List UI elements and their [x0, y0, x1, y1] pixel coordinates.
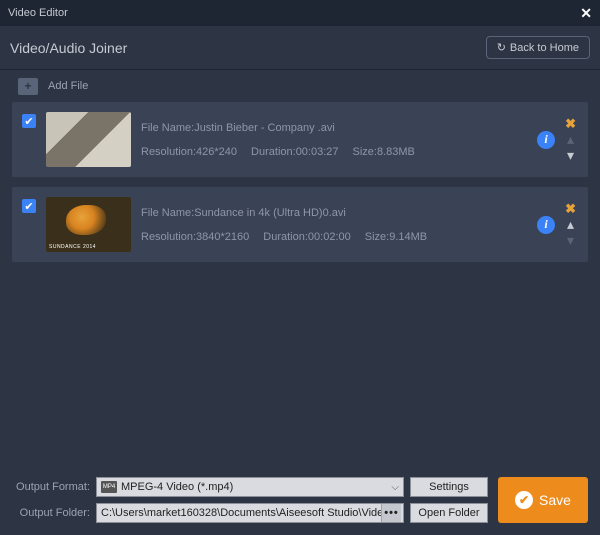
item-controls: ✖ ▴ ▾ [565, 117, 578, 162]
window-title: Video Editor [8, 7, 68, 19]
file-list: ✔ File Name:Justin Bieber - Company .avi… [0, 102, 600, 467]
resolution-value: 3840*2160 [196, 231, 249, 243]
back-to-home-label: Back to Home [510, 42, 579, 54]
output-format-value: MPEG-4 Video (*.mp4) [121, 481, 233, 493]
duration-value: 00:02:00 [308, 231, 351, 243]
size-value: 9.14MB [389, 231, 427, 243]
check-icon: ✔ [515, 491, 533, 509]
settings-label: Settings [429, 481, 469, 493]
item-meta: File Name:Justin Bieber - Company .avi R… [141, 122, 527, 158]
duration-label: Duration: [251, 146, 296, 158]
size-value: 8.83MB [377, 146, 415, 158]
resolution-label: Resolution: [141, 146, 196, 158]
output-folder-input[interactable]: C:\Users\market160328\Documents\Aiseesof… [96, 503, 404, 523]
move-down-icon[interactable]: ▾ [567, 233, 574, 247]
open-folder-button[interactable]: Open Folder [410, 503, 488, 523]
resolution-value: 426*240 [196, 146, 237, 158]
item-meta: File Name:Sundance in 4k (Ultra HD)0.avi… [141, 207, 527, 243]
add-file-icon[interactable] [18, 78, 38, 95]
duration-value: 00:03:27 [296, 146, 339, 158]
thumbnail[interactable] [46, 112, 131, 167]
info-icon[interactable]: i [537, 131, 555, 149]
size-label: Size: [353, 146, 377, 158]
output-folder-label: Output Folder: [12, 507, 90, 519]
filename-label: File Name: [141, 207, 194, 219]
save-label: Save [539, 492, 571, 508]
list-item[interactable]: ✔ File Name:Sundance in 4k (Ultra HD)0.a… [12, 187, 588, 262]
move-up-icon[interactable]: ▴ [567, 132, 574, 146]
titlebar: Video Editor ✕ [0, 0, 600, 26]
resolution-label: Resolution: [141, 231, 196, 243]
remove-icon[interactable]: ✖ [565, 117, 576, 130]
save-button[interactable]: ✔ Save [498, 477, 588, 523]
settings-button[interactable]: Settings [410, 477, 488, 497]
filename-value: Sundance in 4k (Ultra HD)0.avi [194, 207, 346, 219]
add-file-row: Add File [0, 70, 600, 102]
move-up-icon[interactable]: ▴ [567, 217, 574, 231]
add-file-label[interactable]: Add File [48, 80, 88, 92]
output-format-label: Output Format: [12, 481, 90, 493]
info-icon[interactable]: i [537, 216, 555, 234]
filename-value: Justin Bieber - Company .avi [194, 122, 335, 134]
browse-folder-button[interactable]: ••• [381, 504, 401, 522]
chevron-down-icon: ⌵ [391, 482, 399, 493]
list-item[interactable]: ✔ File Name:Justin Bieber - Company .avi… [12, 102, 588, 177]
size-label: Size: [365, 231, 389, 243]
output-folder-value: C:\Users\market160328\Documents\Aiseesof… [101, 507, 389, 519]
back-to-home-button[interactable]: ↻ Back to Home [486, 36, 590, 59]
checkbox[interactable]: ✔ [22, 114, 36, 128]
duration-label: Duration: [263, 231, 308, 243]
thumbnail[interactable] [46, 197, 131, 252]
footer: Output Format: MP4 MPEG-4 Video (*.mp4) … [0, 467, 600, 535]
filename-label: File Name: [141, 122, 194, 134]
footer-left: Output Format: MP4 MPEG-4 Video (*.mp4) … [12, 477, 488, 523]
page-title: Video/Audio Joiner [10, 40, 127, 56]
reload-icon: ↻ [497, 41, 506, 54]
close-icon[interactable]: ✕ [580, 5, 592, 22]
header: Video/Audio Joiner ↻ Back to Home [0, 26, 600, 70]
output-format-select[interactable]: MP4 MPEG-4 Video (*.mp4) ⌵ [96, 477, 404, 497]
item-controls: ✖ ▴ ▾ [565, 202, 578, 247]
move-down-icon[interactable]: ▾ [567, 148, 574, 162]
app-window: Video Editor ✕ Video/Audio Joiner ↻ Back… [0, 0, 600, 535]
mp4-icon: MP4 [101, 481, 117, 493]
checkbox[interactable]: ✔ [22, 199, 36, 213]
open-folder-label: Open Folder [418, 507, 479, 519]
remove-icon[interactable]: ✖ [565, 202, 576, 215]
